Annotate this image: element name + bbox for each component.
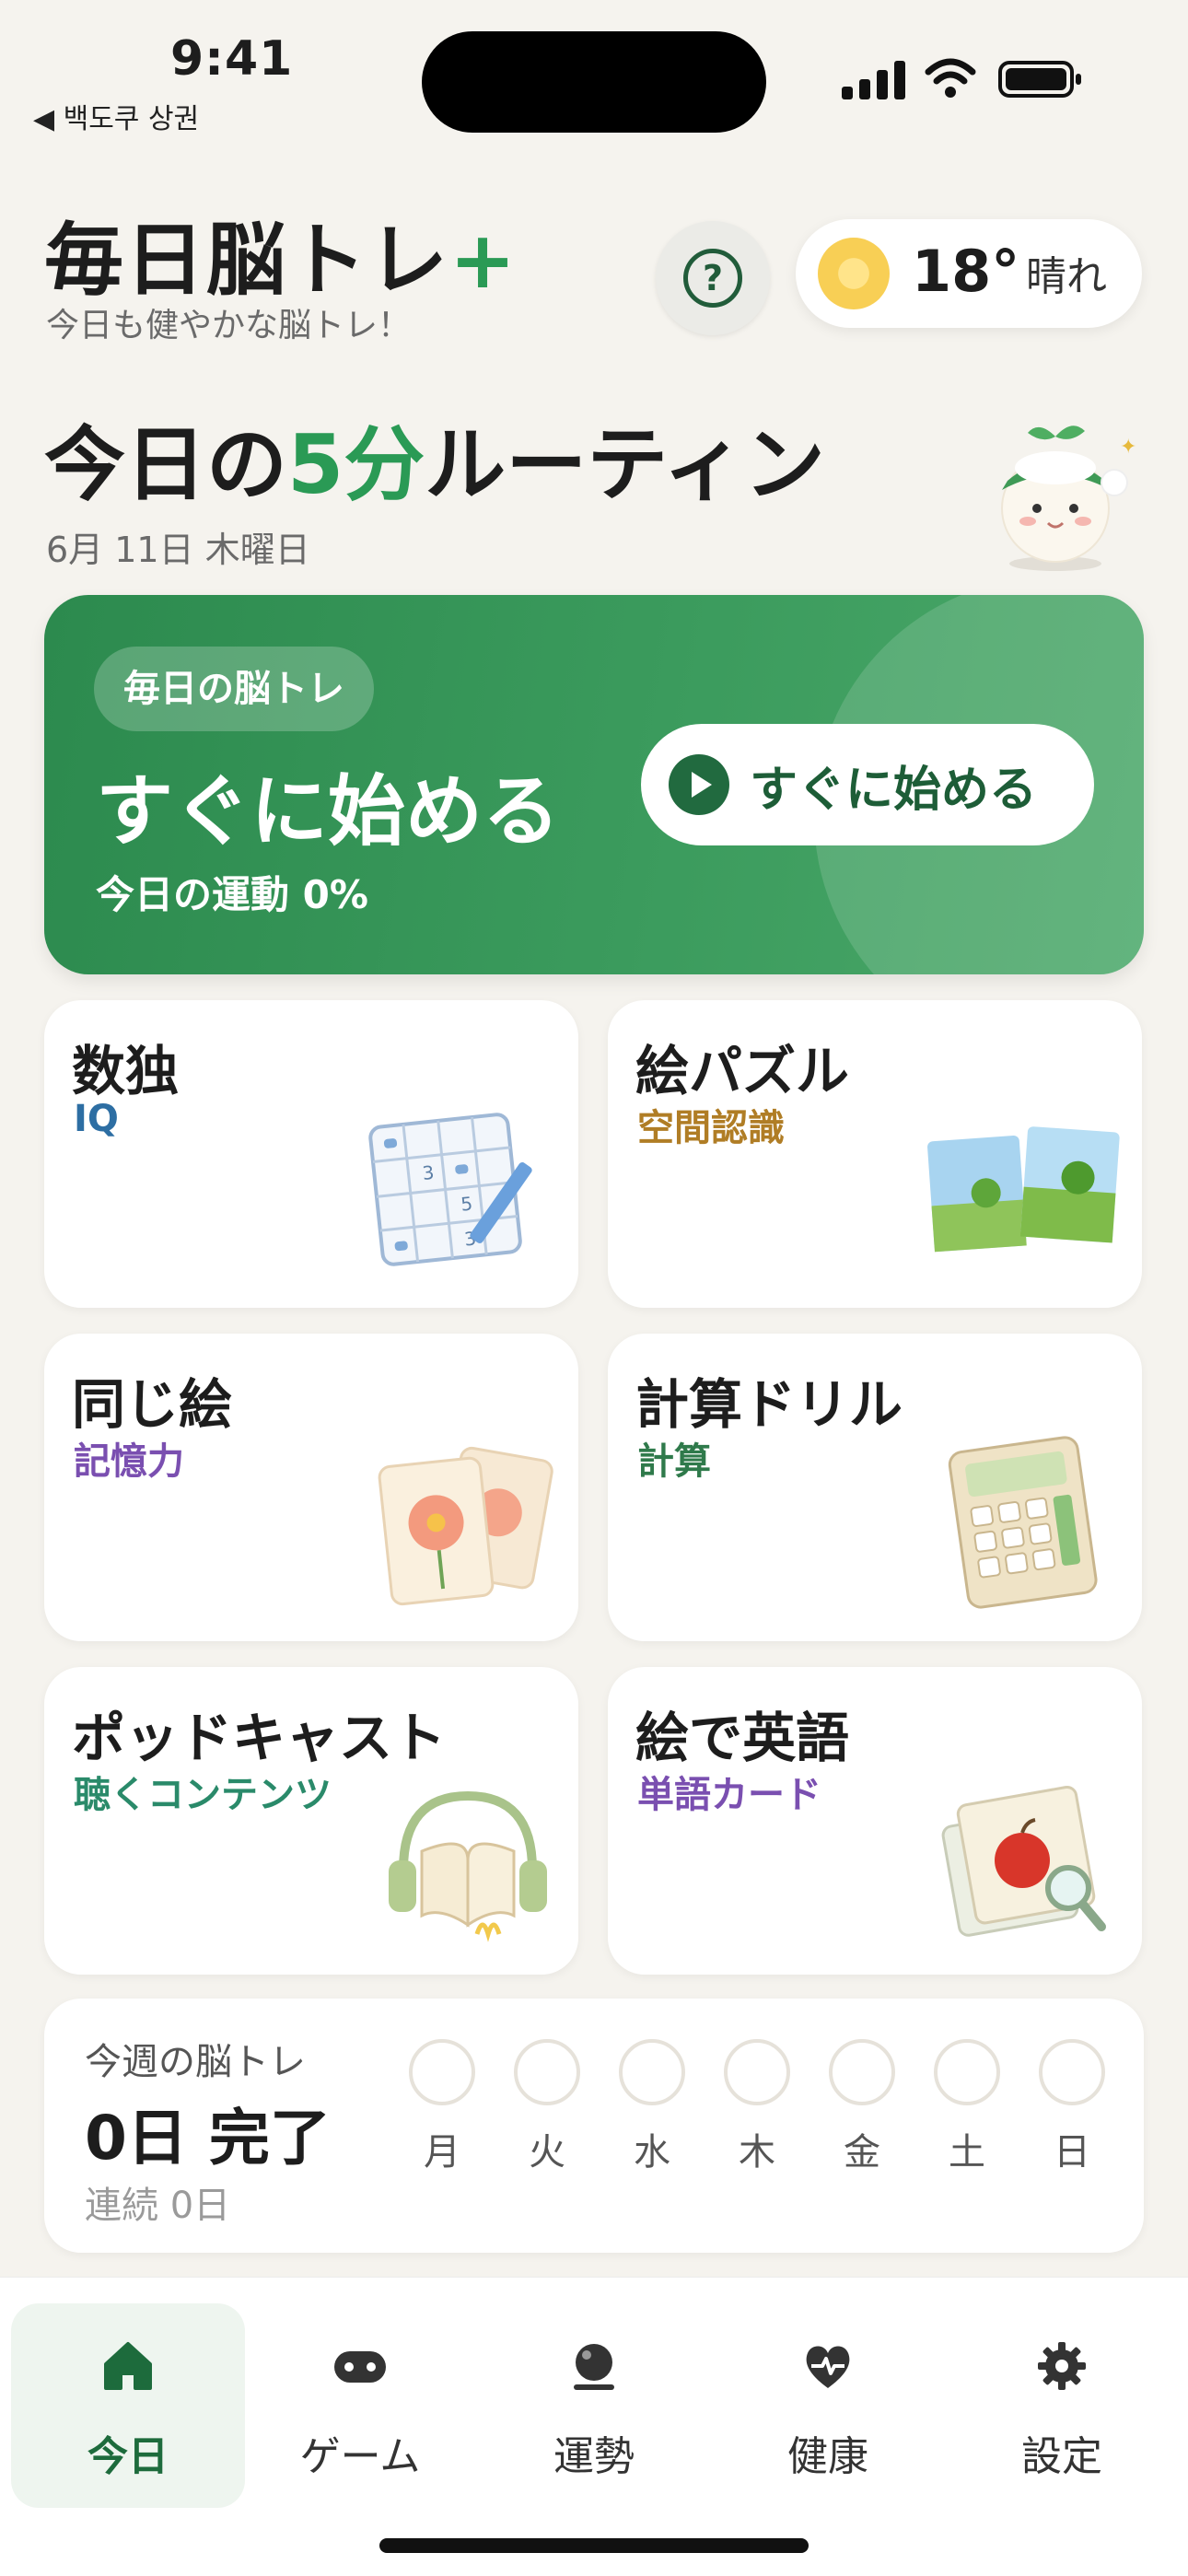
help-button[interactable]: ?	[656, 221, 770, 335]
game-card-picture-english[interactable]: 絵で英語 単語カード	[608, 1667, 1142, 1975]
game-card-title: ポッドキャスト	[72, 1707, 447, 1769]
tab-today[interactable]: 今日	[11, 2303, 245, 2508]
tab-fortune[interactable]: 運勢	[477, 2303, 711, 2508]
game-card-title: 絵で英語	[635, 1707, 850, 1769]
home-indicator[interactable]	[379, 2538, 809, 2553]
svg-text:3: 3	[421, 1161, 435, 1184]
game-card-calculation-drill[interactable]: 計算ドリル 計算	[608, 1334, 1142, 1641]
status-time: 9:41	[170, 31, 294, 87]
game-card-subtitle: 記憶力	[74, 1440, 184, 1483]
game-card-subtitle: 単語カード	[637, 1774, 821, 1816]
routine-heading: 今日の5分ルーティン	[44, 417, 825, 512]
tab-label: 設定	[1021, 2433, 1102, 2480]
game-card-subtitle: 聴くコンテンツ	[74, 1774, 332, 1816]
gamepad-icon	[334, 2351, 386, 2383]
back-to-app-link[interactable]: ◀ 백도쿠 상권	[33, 96, 199, 136]
tab-games[interactable]: ゲーム	[243, 2303, 477, 2508]
hero-title: すぐに始める	[96, 766, 561, 857]
svg-text:5: 5	[460, 1193, 473, 1216]
sudoku-grid-icon: 3 5 3	[368, 1113, 532, 1266]
app-subtitle: 今日も健やかな脳トレ！	[46, 307, 412, 344]
game-card-picture-puzzle[interactable]: 絵パズル 空間認識	[608, 1000, 1142, 1308]
mascot-character-icon: ✦	[1001, 425, 1136, 571]
start-now-button[interactable]: すぐに始める	[641, 724, 1094, 845]
heart-pulse-icon	[806, 2346, 850, 2388]
headphones-book-icon	[389, 1790, 547, 1942]
tab-settings[interactable]: 設定	[945, 2303, 1179, 2508]
question-icon: ?	[683, 249, 742, 308]
start-now-hero-card[interactable]: 毎日の脳トレ すぐに始める 今日の運動 0% すぐに始める	[44, 595, 1144, 974]
tab-label: 健康	[787, 2433, 868, 2480]
hero-progress: 今日の運動 0%	[96, 872, 368, 917]
tab-label: ゲーム	[299, 2433, 421, 2480]
weekly-completed-count: 0日 完了	[85, 2103, 331, 2174]
wifi-icon	[925, 58, 976, 98]
svg-text:✦: ✦	[1120, 436, 1136, 459]
game-card-title: 数独	[72, 1040, 180, 1102]
sun-icon	[818, 238, 890, 309]
tab-health[interactable]: 健康	[711, 2303, 945, 2508]
weather-widget[interactable]: 18° 晴れ	[796, 219, 1142, 328]
game-card-title: 同じ絵	[72, 1373, 233, 1436]
game-card-podcast[interactable]: ポッドキャスト 聴くコンテンツ	[44, 1667, 578, 1975]
flower-cards-icon	[378, 1446, 553, 1606]
app-title-plus: +	[449, 215, 518, 307]
bottom-tab-bar: 今日 ゲーム 運勢 健康 設定	[0, 2277, 1188, 2576]
play-icon	[669, 754, 729, 815]
jigsaw-puzzle-icon	[927, 1126, 1120, 1253]
game-card-subtitle: IQ	[74, 1098, 119, 1140]
game-card-title: 計算ドリル	[635, 1373, 903, 1436]
tab-label: 今日	[87, 2433, 169, 2480]
start-now-button-label: すぐに始める	[750, 762, 1038, 818]
app-title: 毎日脳トレ+	[44, 215, 518, 307]
hero-pill-label: 毎日の脳トレ	[94, 647, 374, 731]
cellular-signal-icon	[842, 59, 906, 99]
home-icon	[104, 2342, 152, 2390]
weekly-label: 今週の脳トレ	[85, 2041, 306, 2083]
weekly-progress-card[interactable]: 今週の脳トレ 0日 完了 連続 0日 月 火 水 木 金 土 日	[44, 1999, 1144, 2253]
calculator-icon	[948, 1436, 1098, 1609]
game-card-subtitle: 計算	[637, 1440, 711, 1483]
gear-icon	[1038, 2342, 1086, 2390]
weather-temperature: 18°	[912, 238, 1020, 305]
game-card-subtitle: 空間認識	[637, 1107, 785, 1149]
game-card-same-picture[interactable]: 同じ絵 記憶力	[44, 1334, 578, 1641]
today-date: 6月 11日 木曜日	[46, 530, 310, 570]
weekly-streak: 連続 0日	[85, 2185, 231, 2227]
battery-icon	[998, 61, 1081, 98]
weather-condition: 晴れ	[1026, 253, 1107, 300]
crystal-ball-icon	[574, 2344, 614, 2390]
game-card-sudoku[interactable]: 数独 IQ 3 5 3	[44, 1000, 578, 1308]
game-card-title: 絵パズル	[635, 1040, 850, 1102]
tab-label: 運勢	[553, 2433, 635, 2480]
apple-flashcard-icon	[941, 1785, 1106, 1937]
dynamic-island	[422, 31, 766, 133]
